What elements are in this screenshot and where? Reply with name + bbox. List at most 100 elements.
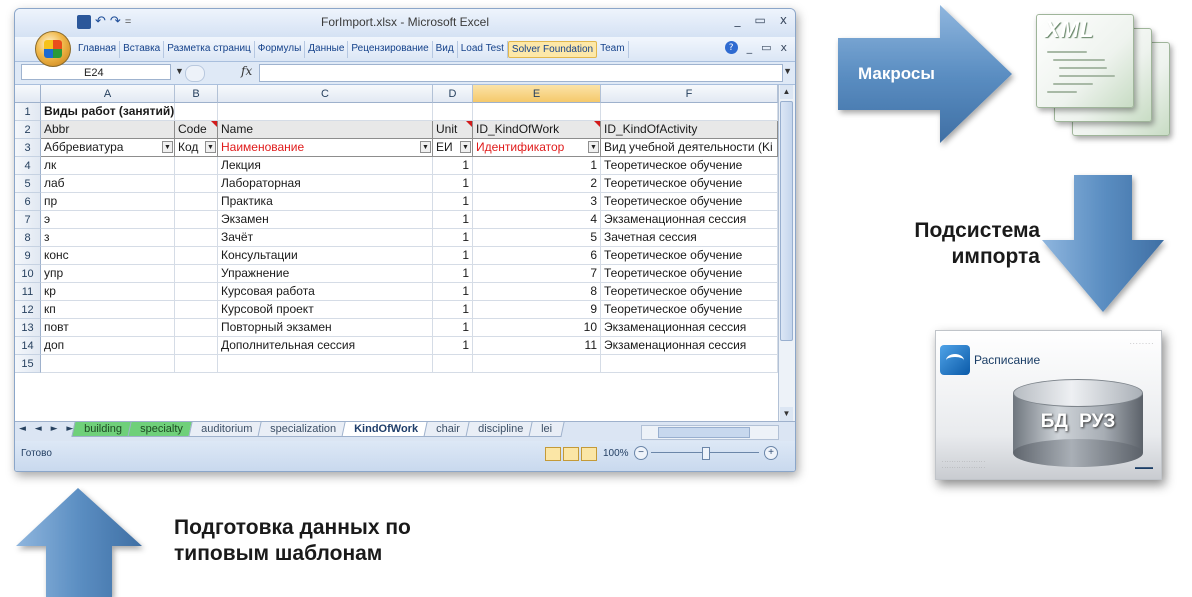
- column-header[interactable]: C: [218, 85, 433, 103]
- cell-B12[interactable]: [175, 301, 218, 319]
- cell-A1[interactable]: Виды работ (занятий): [41, 103, 175, 121]
- cell-F6[interactable]: Теоретическое обучение: [601, 193, 778, 211]
- vertical-scroll-thumb[interactable]: [780, 101, 793, 341]
- ribbon-minimize-button[interactable]: _: [747, 41, 753, 54]
- cell-B2[interactable]: Code: [175, 121, 218, 139]
- cell-F3[interactable]: Вид учебной деятельности (Ki: [601, 139, 778, 157]
- minimize-button[interactable]: _: [735, 13, 741, 27]
- close-button[interactable]: x: [780, 13, 787, 27]
- cell-A14[interactable]: доп: [41, 337, 175, 355]
- office-button[interactable]: [35, 31, 71, 67]
- cell-B1[interactable]: [175, 103, 218, 121]
- horizontal-scrollbar[interactable]: [641, 425, 779, 440]
- cell-A7[interactable]: э: [41, 211, 175, 229]
- row-header[interactable]: 4: [15, 157, 41, 175]
- cell-C13[interactable]: Повторный экзамен: [218, 319, 433, 337]
- cell-E2[interactable]: ID_KindOfWork: [473, 121, 601, 139]
- cell-A5[interactable]: лаб: [41, 175, 175, 193]
- column-header[interactable]: F: [601, 85, 778, 103]
- cell-C12[interactable]: Курсовой проект: [218, 301, 433, 319]
- select-all-corner[interactable]: [15, 85, 41, 103]
- sheet-tab-auditorium[interactable]: auditorium: [188, 422, 265, 437]
- cell-C11[interactable]: Курсовая работа: [218, 283, 433, 301]
- cell-D4[interactable]: 1: [433, 157, 473, 175]
- cell-B10[interactable]: [175, 265, 218, 283]
- cell-A3[interactable]: Аббревиатура ▼: [41, 139, 175, 157]
- cell-A15[interactable]: [41, 355, 175, 373]
- cell-B9[interactable]: [175, 247, 218, 265]
- cell-C15[interactable]: [218, 355, 433, 373]
- cell-C3[interactable]: Наименование ▼: [218, 139, 433, 157]
- row-header[interactable]: 7: [15, 211, 41, 229]
- cell-A2[interactable]: Abbr: [41, 121, 175, 139]
- row-header[interactable]: 8: [15, 229, 41, 247]
- cell-A9[interactable]: конс: [41, 247, 175, 265]
- cell-F12[interactable]: Теоретическое обучение: [601, 301, 778, 319]
- filter-dropdown-icon[interactable]: ▼: [205, 141, 216, 153]
- cell-E15[interactable]: [473, 355, 601, 373]
- cell-D6[interactable]: 1: [433, 193, 473, 211]
- help-icon[interactable]: ?: [724, 41, 738, 54]
- cell-D5[interactable]: 1: [433, 175, 473, 193]
- cell-D2[interactable]: Unit: [433, 121, 473, 139]
- cell-E6[interactable]: 3: [473, 193, 601, 211]
- cell-A11[interactable]: кр: [41, 283, 175, 301]
- ribbon-tab[interactable]: Формулы: [255, 41, 306, 58]
- page-layout-view-icon[interactable]: [563, 447, 579, 461]
- cell-B11[interactable]: [175, 283, 218, 301]
- zoom-level[interactable]: 100%: [603, 448, 629, 459]
- ribbon-tab[interactable]: Разметка страниц: [164, 41, 255, 58]
- maximize-button[interactable]: ▭: [755, 13, 766, 27]
- cell-B14[interactable]: [175, 337, 218, 355]
- formula-input[interactable]: [259, 64, 783, 82]
- cell-C10[interactable]: Упражнение: [218, 265, 433, 283]
- cell-E8[interactable]: 5: [473, 229, 601, 247]
- cell-B5[interactable]: [175, 175, 218, 193]
- row-header[interactable]: 15: [15, 355, 41, 373]
- cell-A4[interactable]: лк: [41, 157, 175, 175]
- cell-D11[interactable]: 1: [433, 283, 473, 301]
- cell-C7[interactable]: Экзамен: [218, 211, 433, 229]
- sheet-tab-specialization[interactable]: specialization: [257, 422, 349, 437]
- name-box[interactable]: E24: [21, 64, 171, 80]
- cell-F13[interactable]: Экзаменационная сессия: [601, 319, 778, 337]
- ribbon-tab[interactable]: Solver Foundation: [507, 41, 598, 58]
- cell-A6[interactable]: пр: [41, 193, 175, 211]
- sheet-nav-icons[interactable]: ◄ ◄ ► ►: [19, 424, 76, 434]
- cell-B8[interactable]: [175, 229, 218, 247]
- cell-C14[interactable]: Дополнительная сессия: [218, 337, 433, 355]
- cell-A13[interactable]: повт: [41, 319, 175, 337]
- insert-function-icon[interactable]: fx: [241, 64, 252, 78]
- spreadsheet-grid[interactable]: A B C D E F 1 Виды работ (занятий) 2 Abbr Code Name…: [15, 85, 778, 421]
- cell-A10[interactable]: упр: [41, 265, 175, 283]
- row-header[interactable]: 3: [15, 139, 41, 157]
- zoom-in-icon[interactable]: +: [764, 446, 778, 460]
- cell-E12[interactable]: 9: [473, 301, 601, 319]
- ribbon-tab[interactable]: Вставка: [120, 41, 165, 58]
- vertical-scrollbar[interactable]: ▲ ▼: [778, 85, 795, 421]
- cell-F1[interactable]: [601, 103, 778, 121]
- cell-A8[interactable]: з: [41, 229, 175, 247]
- cell-C8[interactable]: Зачёт: [218, 229, 433, 247]
- filter-dropdown-icon[interactable]: ▼: [460, 141, 471, 153]
- ribbon-tab[interactable]: Главная: [75, 41, 121, 58]
- row-header[interactable]: 6: [15, 193, 41, 211]
- filter-dropdown-icon[interactable]: ▼: [420, 141, 431, 153]
- cell-E9[interactable]: 6: [473, 247, 601, 265]
- cell-C2[interactable]: Name: [218, 121, 433, 139]
- cell-F10[interactable]: Теоретическое обучение: [601, 265, 778, 283]
- cell-E14[interactable]: 11: [473, 337, 601, 355]
- cell-E10[interactable]: 7: [473, 265, 601, 283]
- cell-D8[interactable]: 1: [433, 229, 473, 247]
- cell-D14[interactable]: 1: [433, 337, 473, 355]
- cell-F2[interactable]: ID_KindOfActivity: [601, 121, 778, 139]
- page-break-view-icon[interactable]: [581, 447, 597, 461]
- column-header[interactable]: B: [175, 85, 218, 103]
- sheet-tab-kindofwork[interactable]: KindOfWork: [341, 422, 431, 437]
- ribbon-tab[interactable]: Load Test: [458, 41, 508, 58]
- filter-dropdown-icon[interactable]: ▼: [162, 141, 173, 153]
- sheet-tab-building[interactable]: building: [71, 422, 135, 437]
- cell-C9[interactable]: Консультации: [218, 247, 433, 265]
- row-header[interactable]: 12: [15, 301, 41, 319]
- cell-D1[interactable]: [433, 103, 473, 121]
